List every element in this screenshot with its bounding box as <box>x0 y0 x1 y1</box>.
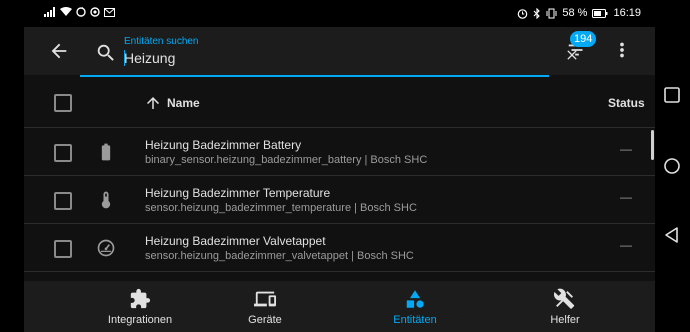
row-checkbox[interactable] <box>54 192 72 210</box>
nav-item-helpers[interactable]: Helfer <box>505 281 625 332</box>
app-window: Entitäten suchen 194 Name Status Heizung… <box>24 27 655 332</box>
vibrate-icon <box>546 8 557 18</box>
tools-icon <box>554 288 575 309</box>
table-row[interactable]: Heizung Badezimmer Temperature sensor.he… <box>24 176 655 224</box>
sort-arrow-up-icon[interactable] <box>144 94 162 112</box>
column-header-name[interactable]: Name <box>167 96 200 110</box>
scrollbar[interactable] <box>651 130 654 160</box>
battery-icon <box>101 143 111 161</box>
battery-percent: 58 % <box>562 7 588 19</box>
select-all-checkbox[interactable] <box>54 94 72 112</box>
puzzle-icon <box>130 288 151 309</box>
nav-label: Geräte <box>248 314 282 326</box>
row-checkbox[interactable] <box>54 240 72 258</box>
search-label: Entitäten suchen <box>124 36 199 47</box>
row-status: — <box>620 238 632 252</box>
devices-icon <box>254 291 276 307</box>
row-subtitle: sensor.heizung_badezimmer_temperature | … <box>145 202 417 214</box>
row-title: Heizung Badezimmer Valvetappet <box>145 234 326 248</box>
alarm-icon <box>518 8 528 19</box>
nav-label: Entitäten <box>393 314 437 326</box>
thermometer-icon <box>101 191 111 209</box>
search-field[interactable]: Entitäten suchen <box>80 33 577 77</box>
row-status: — <box>620 142 632 156</box>
bluetooth-icon <box>534 7 541 19</box>
wifi-icon <box>60 7 72 16</box>
table-row[interactable]: Heizung Badezimmer Battery binary_sensor… <box>24 128 655 176</box>
gmail-icon <box>104 7 115 17</box>
recent-apps-icon[interactable] <box>663 86 681 104</box>
row-subtitle: binary_sensor.heizung_badezimmer_battery… <box>145 154 428 166</box>
search-input[interactable] <box>124 49 494 67</box>
battery-status-icon <box>592 8 608 18</box>
clock: 16:19 <box>613 7 641 19</box>
nav-item-integrations[interactable]: Integrationen <box>80 281 200 332</box>
nav-label: Helfer <box>550 314 580 326</box>
status-icons-right: 58 % 16:19 <box>517 7 641 19</box>
column-header-status[interactable]: Status <box>608 96 645 110</box>
back-arrow-icon[interactable] <box>48 40 70 62</box>
nav-item-entities[interactable]: Entitäten <box>355 281 475 332</box>
status-icons-left <box>44 7 115 17</box>
filter-count-badge[interactable]: 194 <box>570 31 597 47</box>
bottom-navigation: Integrationen Geräte Entitäten Helfer <box>24 281 655 332</box>
home-icon[interactable] <box>663 157 681 175</box>
table-row[interactable]: Heizung Badezimmer Valvetappet sensor.he… <box>24 224 655 272</box>
more-vertical-icon[interactable] <box>614 39 630 61</box>
sync-icon <box>76 7 86 17</box>
system-navigation-bar <box>655 0 690 332</box>
row-title: Heizung Badezimmer Battery <box>145 138 302 152</box>
row-subtitle: sensor.heizung_badezimmer_valvetappet | … <box>145 250 414 262</box>
search-icon <box>97 44 114 61</box>
back-triangle-icon[interactable] <box>663 226 681 244</box>
table-header: Name Status <box>24 79 655 128</box>
row-status: — <box>620 190 632 204</box>
shapes-icon <box>406 290 424 308</box>
app-header: Entitäten suchen 194 <box>24 27 655 77</box>
nav-item-devices[interactable]: Geräte <box>205 281 325 332</box>
row-title: Heizung Badezimmer Temperature <box>145 186 331 200</box>
vpn-icon <box>90 7 100 17</box>
status-bar: 58 % 16:19 <box>0 0 655 27</box>
text-caret <box>124 50 125 66</box>
signal-icon <box>44 7 55 17</box>
nav-label: Integrationen <box>107 314 173 326</box>
row-checkbox[interactable] <box>54 144 72 162</box>
gauge-icon <box>97 239 115 257</box>
